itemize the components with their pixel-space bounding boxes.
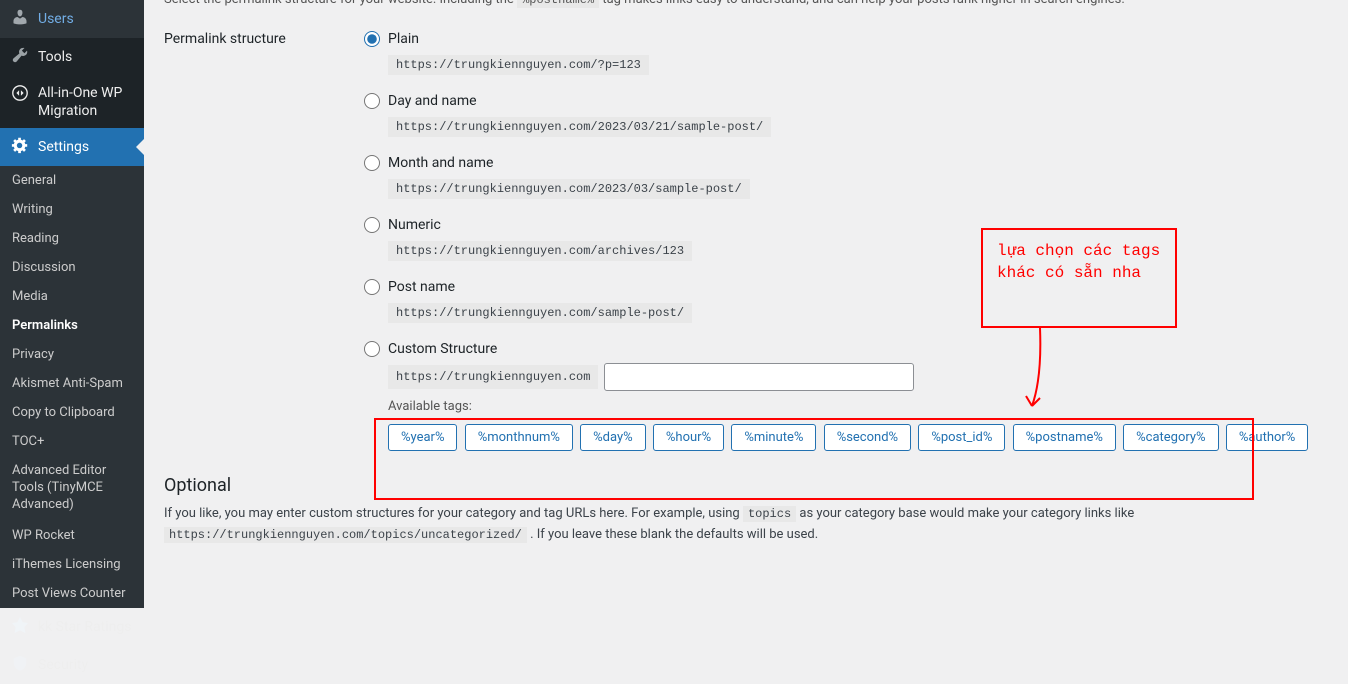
code-numeric: https://trungkiennguyen.com/archives/123 [388,241,692,261]
sub-item-permalinks[interactable]: Permalinks [0,311,144,340]
sidebar-item-users[interactable]: Users [0,0,144,38]
code-month: https://trungkiennguyen.com/2023/03/samp… [388,179,750,199]
sub-item-privacy[interactable]: Privacy [0,340,144,369]
code-day: https://trungkiennguyen.com/2023/03/21/s… [388,117,771,137]
sub-item-akismet[interactable]: Akismet Anti-Spam [0,369,144,398]
sidebar-item-tools[interactable]: Tools [0,38,144,76]
sidebar-label: Settings [38,139,89,155]
sub-item-general[interactable]: General [0,166,144,195]
radio-day-name[interactable]: Day and name [364,93,1328,109]
annotation-text: lựa chọn các tags khác có sẵn nha [997,242,1160,282]
radio-label: Numeric [388,217,441,233]
sidebar-submenu: General Writing Reading Discussion Media… [0,166,144,608]
radio-numeric[interactable]: Numeric [364,217,1328,233]
user-icon [10,8,30,30]
sub-item-media[interactable]: Media [0,282,144,311]
radio-label: Plain [388,31,419,47]
code-post: https://trungkiennguyen.com/sample-post/ [388,303,692,323]
annotation-tags-box [374,418,1254,500]
sub-item-adv-editor[interactable]: Advanced Editor Tools (TinyMCE Advanced) [0,456,144,521]
sidebar-label: kk Star Ratings [38,619,131,635]
sidebar: Users Tools All-in-One WP Migration Sett… [0,0,144,576]
sub-item-reading[interactable]: Reading [0,224,144,253]
sidebar-label: Tools [38,49,72,65]
sidebar-label: Security [38,657,88,673]
migrate-icon [10,84,30,106]
sidebar-label: Users [38,11,74,27]
sidebar-item-settings[interactable]: Settings [0,128,144,166]
radio-plain-input[interactable] [364,31,380,47]
radio-label: Month and name [388,155,493,171]
sub-item-wp-rocket[interactable]: WP Rocket [0,521,144,550]
radio-day-input[interactable] [364,93,380,109]
radio-custom-input[interactable] [364,341,380,357]
radio-month-name[interactable]: Month and name [364,155,1328,171]
radio-post-input[interactable] [364,279,380,295]
sub-item-discussion[interactable]: Discussion [0,253,144,282]
shield-icon [10,654,30,676]
sidebar-item-security[interactable]: Security [0,646,144,684]
annotation-text-box: lựa chọn các tags khác có sẵn nha [981,228,1177,328]
radio-label: Day and name [388,93,477,109]
sub-item-toc[interactable]: TOC+ [0,427,144,456]
optional-desc: If you like, you may enter custom struct… [164,504,1328,546]
tool-icon [10,46,30,68]
radio-custom[interactable]: Custom Structure [364,341,1328,357]
radio-plain[interactable]: Plain [364,31,1328,47]
tags-label: Available tags: [388,399,1328,414]
intro-text: Select the permalink structure for your … [164,0,1328,11]
radio-post-name[interactable]: Post name [364,279,1328,295]
sidebar-label: All-in-One WP Migration [38,84,122,120]
settings-icon [10,136,30,158]
radio-month-input[interactable] [364,155,380,171]
custom-structure-input[interactable] [604,363,914,391]
sidebar-item-migration[interactable]: All-in-One WP Migration [0,76,144,128]
sidebar-item-kk-star[interactable]: kk Star Ratings [0,608,144,646]
sub-item-copy[interactable]: Copy to Clipboard [0,398,144,427]
sub-item-writing[interactable]: Writing [0,195,144,224]
code-plain: https://trungkiennguyen.com/?p=123 [388,55,649,75]
radio-numeric-input[interactable] [364,217,380,233]
sub-item-postviews[interactable]: Post Views Counter [0,579,144,608]
permalink-structure-label: Permalink structure [164,31,364,457]
radio-label: Post name [388,279,455,295]
sub-item-ithemes[interactable]: iThemes Licensing [0,550,144,579]
star-icon [10,616,30,638]
radio-label: Custom Structure [388,341,497,357]
custom-prefix: https://trungkiennguyen.com [388,365,598,389]
